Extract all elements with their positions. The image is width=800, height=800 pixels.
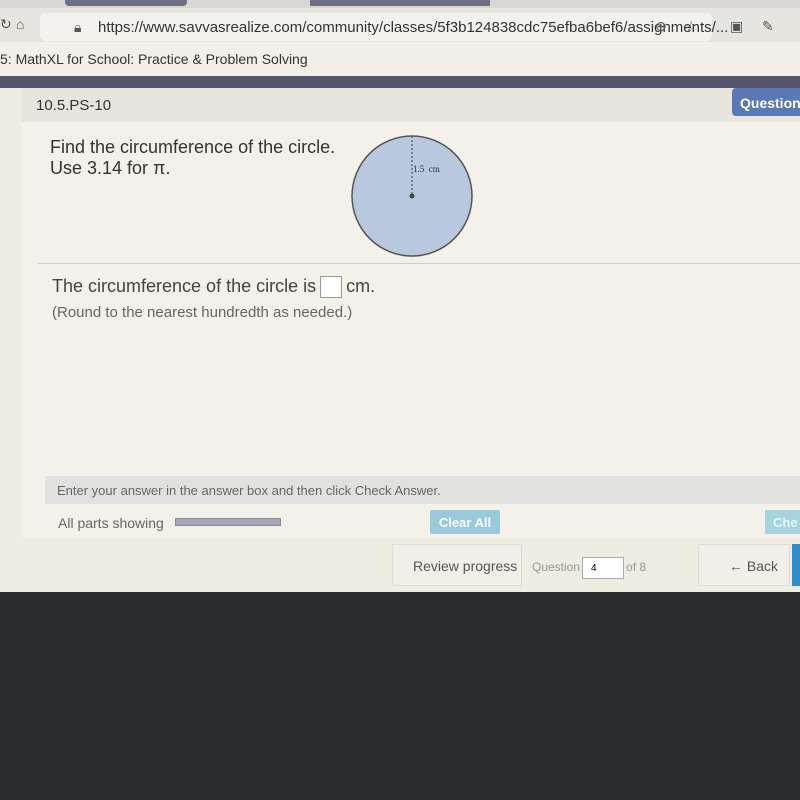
question-label: Question xyxy=(532,560,581,575)
review-progress-button[interactable]: Review progress xyxy=(392,544,522,586)
question-total: of 8 xyxy=(626,560,647,575)
question-number-input[interactable] xyxy=(582,557,625,579)
answer-unit: cm. xyxy=(346,276,376,296)
header-bar xyxy=(0,76,800,88)
url-text: https://www.savvasrealize.com/community/… xyxy=(98,19,729,36)
center-point xyxy=(409,193,415,199)
browser-tab[interactable] xyxy=(65,0,187,6)
divider xyxy=(38,263,800,264)
question-id: 10.5.PS-10 xyxy=(22,88,800,122)
problem-prompt: Find the circumference of the circle. Use… xyxy=(50,137,335,179)
favorites-icon[interactable]: ☆ xyxy=(685,18,698,35)
next-button[interactable] xyxy=(792,544,800,586)
parts-progress-bar xyxy=(175,518,281,526)
refresh-icon[interactable]: ↻ xyxy=(0,16,12,33)
parts-label: All parts showing xyxy=(58,515,164,531)
answer-prefix: The circumference of the circle is xyxy=(52,276,317,296)
prompt-line: Find the circumference of the circle. xyxy=(50,137,336,157)
question-tab-button[interactable]: Question xyxy=(732,88,800,116)
browser-tab[interactable] xyxy=(310,0,490,6)
screen: ↻ ⌂ 🔒︎ https://www.savvasrealize.com/comm… xyxy=(0,0,800,592)
radius-label: 1.5 cm xyxy=(413,164,440,174)
clear-all-button[interactable]: Clear All xyxy=(430,510,500,534)
help-text: Enter your answer in the answer box and … xyxy=(45,476,800,504)
answer-input[interactable] xyxy=(320,276,343,299)
read-aloud-icon[interactable]: ✎ xyxy=(762,18,774,35)
breadcrumb: 5: MathXL for School: Practice & Problem… xyxy=(0,42,800,76)
tab-strip xyxy=(0,0,800,8)
address-bar-row: ↻ ⌂ 🔒︎ https://www.savvasrealize.com/comm… xyxy=(0,8,800,42)
progress-fill xyxy=(176,519,280,525)
lock-icon[interactable]: 🔒︎ xyxy=(74,19,81,36)
back-button[interactable]: ← Back xyxy=(698,544,790,586)
url-field[interactable]: 🔒︎ https://www.savvasrealize.com/communit… xyxy=(40,13,728,41)
home-icon[interactable]: ⌂ xyxy=(16,16,24,32)
answer-line: The circumference of the circle is cm. xyxy=(52,276,376,299)
zoom-icon[interactable]: ⊕ xyxy=(655,18,667,35)
prompt-line: Use 3.14 for π. xyxy=(50,158,171,178)
check-answer-button[interactable]: Che xyxy=(765,510,800,534)
question-navigator: Question of 8 xyxy=(522,544,662,586)
circle-diagram: 1.5 cm xyxy=(351,135,473,257)
collections-icon[interactable]: ▣ xyxy=(730,18,743,35)
rounding-note: (Round to the nearest hundredth as neede… xyxy=(52,304,353,321)
